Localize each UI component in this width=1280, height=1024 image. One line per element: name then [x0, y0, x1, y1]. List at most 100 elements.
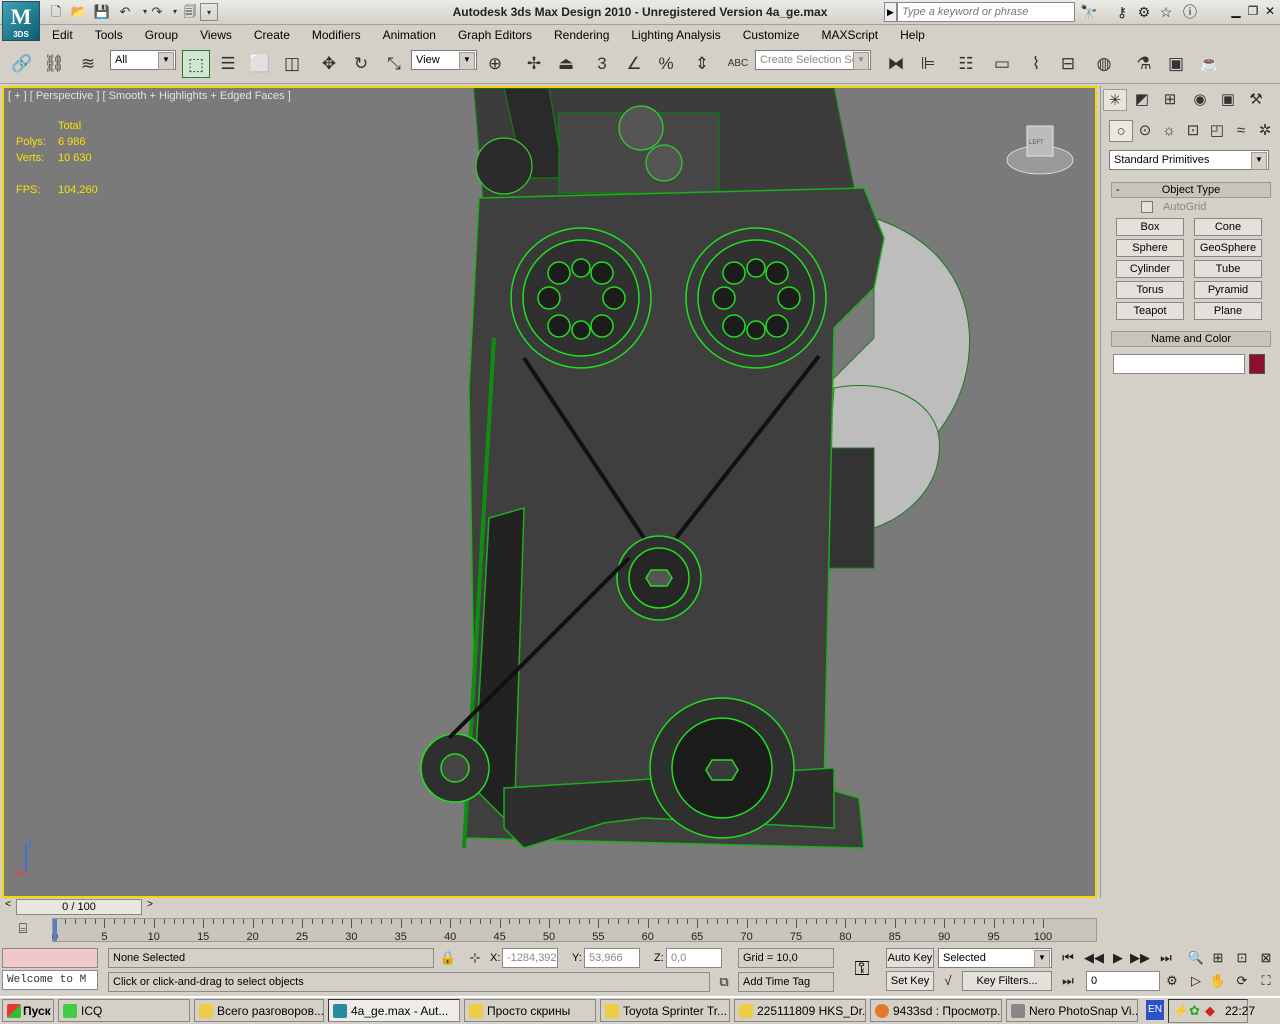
- menu-group[interactable]: Group: [133, 26, 188, 44]
- key-mode-toggle-icon[interactable]: ⏭: [1058, 971, 1078, 991]
- orbit-icon[interactable]: ⟳: [1232, 971, 1252, 991]
- utilities-tab-icon[interactable]: ⚒: [1244, 89, 1268, 111]
- display-tab-icon[interactable]: ▣: [1216, 89, 1240, 111]
- menu-modifiers[interactable]: Modifiers: [300, 26, 371, 44]
- use-pivot-point-icon[interactable]: ⊕: [481, 50, 509, 78]
- systems-icon[interactable]: ✲: [1253, 120, 1277, 142]
- geometry-icon[interactable]: ○: [1109, 120, 1133, 142]
- menu-animation[interactable]: Animation: [371, 26, 446, 44]
- box-button[interactable]: Box: [1116, 218, 1184, 236]
- spinner-snap-icon[interactable]: ⇕: [688, 50, 716, 78]
- align-icon[interactable]: ⊫: [914, 50, 942, 78]
- mirror-icon[interactable]: ⧓: [882, 50, 910, 78]
- select-and-rotate-icon[interactable]: ↻: [347, 50, 375, 78]
- auto-key-button[interactable]: Auto Key: [886, 948, 934, 968]
- project-folder-icon[interactable]: 🗐: [181, 3, 199, 21]
- search-expand-button[interactable]: ▶: [884, 2, 897, 22]
- autogrid-checkbox[interactable]: [1141, 201, 1153, 213]
- pan-view-icon[interactable]: ✋: [1208, 971, 1228, 991]
- zoom-extents-icon[interactable]: ⊡: [1232, 948, 1252, 968]
- schematic-view-icon[interactable]: ⊟: [1054, 50, 1082, 78]
- select-by-name-icon[interactable]: ☰: [214, 50, 242, 78]
- cylinder-button[interactable]: Cylinder: [1116, 260, 1184, 278]
- menu-create[interactable]: Create: [242, 26, 300, 44]
- sphere-button[interactable]: Sphere: [1116, 239, 1184, 257]
- rendered-frame-window-icon[interactable]: ▣: [1162, 50, 1190, 78]
- previous-frame-icon[interactable]: ◀◀: [1084, 948, 1104, 968]
- z-coord-field[interactable]: 0,0: [666, 948, 722, 968]
- reference-coordinate-dropdown[interactable]: View: [411, 50, 477, 70]
- angle-snap-icon[interactable]: ∠: [620, 50, 648, 78]
- icq-tray-icon[interactable]: ✿: [1189, 1003, 1200, 1019]
- lights-icon[interactable]: ☼: [1157, 120, 1181, 142]
- set-keys-key-icon[interactable]: ⚿: [842, 954, 882, 984]
- quick-access-dropdown-icon[interactable]: ▾: [200, 3, 218, 21]
- undo-icon[interactable]: ↶: [116, 3, 134, 21]
- redo-icon[interactable]: ↷: [148, 3, 166, 21]
- track-bar[interactable]: 0510152025303540455055606570758085909510…: [52, 918, 1097, 943]
- time-tag-icon[interactable]: ⧉: [714, 972, 734, 992]
- track-bar-icon[interactable]: ⌸: [6, 920, 40, 940]
- key-mode-dropdown[interactable]: Selected: [938, 948, 1052, 968]
- unlink-selection-icon[interactable]: ⛓: [40, 50, 68, 78]
- time-slider-prev-icon[interactable]: <: [0, 899, 16, 915]
- name-and-color-rollout-header[interactable]: Name and Color: [1111, 331, 1271, 347]
- absolute-mode-icon[interactable]: ⊹: [465, 948, 485, 968]
- graphite-modeling-icon[interactable]: ▭: [988, 50, 1016, 78]
- modify-tab-icon[interactable]: ◩: [1130, 89, 1154, 111]
- task-3dsmax[interactable]: 4a_ge.max - Aut...: [328, 999, 460, 1022]
- help-icon[interactable]: ⓘ: [1180, 3, 1200, 21]
- restore-window-button[interactable]: ❐: [1245, 4, 1261, 20]
- go-to-end-icon[interactable]: ⏭: [1156, 948, 1176, 968]
- window-crossing-icon[interactable]: ◫: [278, 50, 306, 78]
- open-file-icon[interactable]: 📂: [70, 3, 88, 21]
- percent-snap-icon[interactable]: %: [652, 50, 680, 78]
- pyramid-button[interactable]: Pyramid: [1194, 281, 1262, 299]
- menu-maxscript[interactable]: MAXScript: [809, 26, 888, 44]
- create-tab-icon[interactable]: ✳: [1103, 89, 1127, 111]
- field-of-view-icon[interactable]: ▷: [1186, 971, 1206, 991]
- torus-button[interactable]: Torus: [1116, 281, 1184, 299]
- maxscript-output[interactable]: Welcome to M: [2, 970, 98, 990]
- default-tangents-icon[interactable]: √: [938, 971, 958, 991]
- shapes-icon[interactable]: ⊙: [1133, 120, 1157, 142]
- select-object-icon[interactable]: ⬚: [182, 50, 210, 78]
- render-setup-icon[interactable]: ⚗: [1130, 50, 1158, 78]
- menu-edit[interactable]: Edit: [40, 26, 83, 44]
- time-slider-next-icon[interactable]: >: [142, 899, 158, 915]
- edit-named-selection-icon[interactable]: ABC: [724, 50, 752, 78]
- zoom-icon[interactable]: 🔍: [1186, 948, 1206, 968]
- zoom-all-icon[interactable]: ⊞: [1208, 948, 1228, 968]
- helpers-icon[interactable]: ◰: [1205, 120, 1229, 142]
- task-nero[interactable]: Nero PhotoSnap Vi...: [1006, 999, 1138, 1022]
- selection-lock-icon[interactable]: 🔒: [438, 948, 458, 968]
- space-warps-icon[interactable]: ≈: [1229, 120, 1253, 142]
- maximize-viewport-icon[interactable]: ⛶: [1256, 971, 1276, 991]
- communication-center-icon[interactable]: ⚙: [1134, 3, 1154, 21]
- add-time-tag-button[interactable]: Add Time Tag: [738, 972, 834, 992]
- set-key-button[interactable]: Set Key: [886, 971, 934, 991]
- search-input[interactable]: Type a keyword or phrase: [897, 2, 1075, 22]
- antivirus-icon[interactable]: ◆: [1205, 1003, 1215, 1019]
- menu-graph-editors[interactable]: Graph Editors: [446, 26, 542, 44]
- cone-button[interactable]: Cone: [1194, 218, 1262, 236]
- next-frame-icon[interactable]: ▶▶: [1130, 948, 1150, 968]
- time-slider[interactable]: 0 / 100: [16, 899, 142, 915]
- menu-lighting-analysis[interactable]: Lighting Analysis: [619, 26, 730, 44]
- object-name-input[interactable]: [1113, 354, 1245, 374]
- y-coord-field[interactable]: 53,966: [584, 948, 640, 968]
- new-file-icon[interactable]: 🗋: [47, 3, 65, 21]
- time-configuration-icon[interactable]: ⚙: [1162, 971, 1182, 991]
- binoculars-icon[interactable]: 🔭: [1079, 3, 1099, 21]
- layer-manager-icon[interactable]: ☷: [952, 50, 980, 78]
- x-coord-field[interactable]: -1284,392: [502, 948, 558, 968]
- geosphere-button[interactable]: GeoSphere: [1194, 239, 1262, 257]
- curve-editor-icon[interactable]: ⌇: [1022, 50, 1050, 78]
- keyboard-shortcut-override-icon[interactable]: ⏏: [552, 50, 580, 78]
- perspective-viewport[interactable]: [ + ] [ Perspective ] [ Smooth + Highlig…: [2, 86, 1097, 898]
- object-type-rollout-header[interactable]: - Object Type: [1111, 182, 1271, 198]
- language-indicator[interactable]: EN: [1146, 1000, 1164, 1020]
- tube-button[interactable]: Tube: [1194, 260, 1262, 278]
- cameras-icon[interactable]: ⊡: [1181, 120, 1205, 142]
- task-hks[interactable]: 225111809 HKS_Dr...: [734, 999, 866, 1022]
